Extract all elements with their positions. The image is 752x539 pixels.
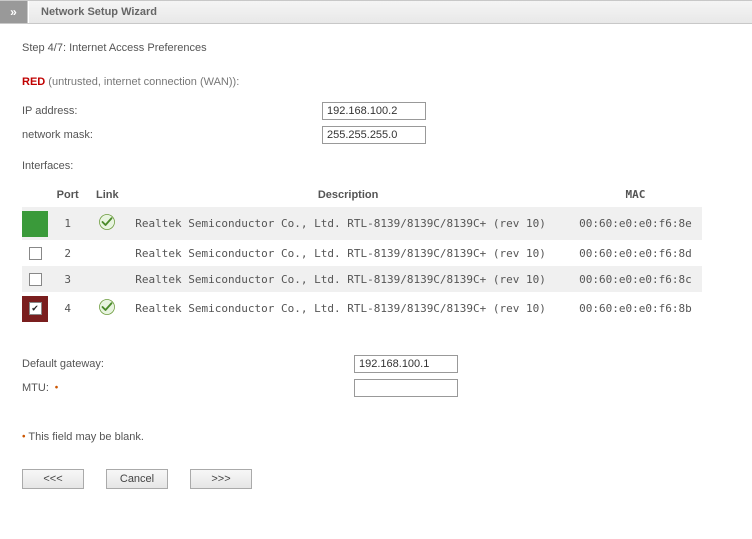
table-row: 1 Realtek Semiconductor Co., Ltd. RTL-813… — [22, 207, 702, 240]
port-cell: 3 — [48, 266, 87, 292]
table-row: ✔ 4 Realtek Semiconductor Co., Ltd. RTL-81… — [22, 292, 702, 325]
port-cell: 1 — [48, 207, 87, 240]
interface-checkbox[interactable]: ✔ — [29, 302, 42, 315]
interface-checkbox[interactable] — [29, 273, 42, 286]
red-zone-label: RED — [22, 76, 45, 88]
interface-select[interactable] — [22, 240, 48, 266]
footnote: • This field may be blank. — [22, 431, 730, 443]
default-gateway-label: Default gateway: — [22, 358, 354, 370]
col-link: Link — [87, 182, 127, 207]
mac-cell: 00:60:e0:e0:f6:8c — [569, 266, 702, 292]
table-row: 3 Realtek Semiconductor Co., Ltd. RTL-813… — [22, 266, 702, 292]
optional-marker-icon: • — [52, 383, 58, 394]
link-ok-icon — [97, 213, 117, 231]
link-cell — [87, 266, 127, 292]
footnote-text: This field may be blank. — [28, 431, 144, 443]
description-cell: Realtek Semiconductor Co., Ltd. RTL-8139… — [127, 207, 569, 240]
interfaces-label: Interfaces: — [22, 160, 730, 172]
table-row: 2 Realtek Semiconductor Co., Ltd. RTL-813… — [22, 240, 702, 266]
wizard-title: Network Setup Wizard — [28, 1, 169, 23]
interface-checkbox[interactable] — [29, 247, 42, 260]
network-mask-label: network mask: — [22, 129, 322, 141]
default-gateway-input[interactable] — [354, 355, 458, 373]
footnote-marker-icon: • — [22, 432, 26, 443]
description-cell: Realtek Semiconductor Co., Ltd. RTL-8139… — [127, 266, 569, 292]
port-cell: 2 — [48, 240, 87, 266]
link-ok-icon — [97, 298, 117, 316]
col-port: Port — [48, 182, 87, 207]
mtu-label: MTU: — [22, 382, 49, 394]
interface-select[interactable] — [22, 211, 48, 237]
interface-select[interactable]: ✔ — [22, 296, 48, 322]
red-zone-desc-text: (untrusted, internet connection (WAN)): — [48, 76, 239, 88]
cancel-button[interactable]: Cancel — [106, 469, 168, 489]
description-cell: Realtek Semiconductor Co., Ltd. RTL-8139… — [127, 292, 569, 325]
link-cell — [87, 240, 127, 266]
step-label: Step 4/7: Internet Access Preferences — [22, 42, 730, 54]
expand-button[interactable]: » — [0, 1, 28, 23]
interfaces-table: Port Link Description MAC 1 Realtek Semic… — [22, 182, 702, 325]
mtu-input[interactable] — [354, 379, 458, 397]
wizard-header: » Network Setup Wizard — [0, 0, 752, 24]
mac-cell: 00:60:e0:e0:f6:8e — [569, 207, 702, 240]
network-mask-input[interactable] — [322, 126, 426, 144]
next-button[interactable]: >>> — [190, 469, 252, 489]
link-cell — [87, 207, 127, 240]
interface-select[interactable] — [22, 266, 48, 292]
col-mac: MAC — [569, 182, 702, 207]
ip-address-input[interactable] — [322, 102, 426, 120]
back-button[interactable]: <<< — [22, 469, 84, 489]
col-description: Description — [127, 182, 569, 207]
port-cell: 4 — [48, 292, 87, 325]
link-cell — [87, 292, 127, 325]
mac-cell: 00:60:e0:e0:f6:8d — [569, 240, 702, 266]
mac-cell: 00:60:e0:e0:f6:8b — [569, 292, 702, 325]
ip-address-label: IP address: — [22, 105, 322, 117]
description-cell: Realtek Semiconductor Co., Ltd. RTL-8139… — [127, 240, 569, 266]
